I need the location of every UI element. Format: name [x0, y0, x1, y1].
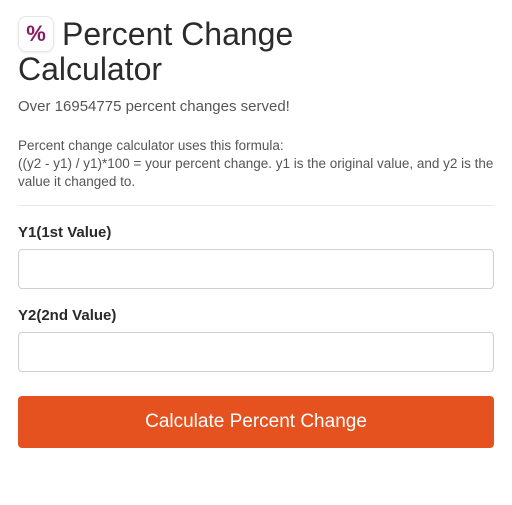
divider — [18, 205, 494, 206]
y1-label: Y1(1st Value) — [18, 224, 494, 241]
served-count-text: Over 16954775 percent changes served! — [18, 98, 494, 115]
formula-body: ((y2 - y1) / y1)*100 = your percent chan… — [18, 155, 494, 191]
title-row: % Percent Change — [18, 16, 494, 53]
page-title-line2: Calculator — [18, 51, 494, 88]
percent-icon-glyph: % — [26, 23, 46, 45]
formula-description: Percent change calculator uses this form… — [18, 137, 494, 192]
y2-label: Y2(2nd Value) — [18, 307, 494, 324]
page-title-line1: Percent Change — [62, 16, 293, 53]
y1-input[interactable] — [18, 249, 494, 289]
percent-icon: % — [18, 16, 54, 52]
calculate-button[interactable]: Calculate Percent Change — [18, 396, 494, 448]
formula-intro: Percent change calculator uses this form… — [18, 137, 494, 155]
y2-input[interactable] — [18, 332, 494, 372]
